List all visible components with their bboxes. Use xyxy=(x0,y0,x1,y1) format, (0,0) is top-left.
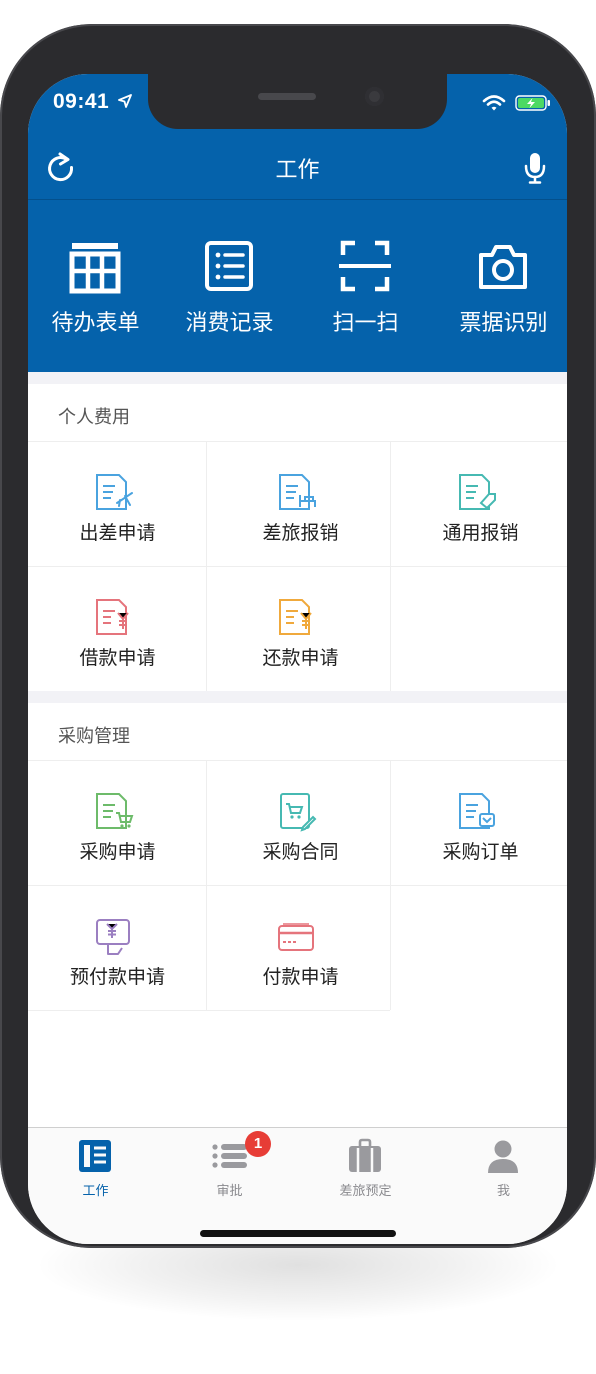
entry-travel-application[interactable]: 出差申请 xyxy=(28,442,207,567)
speaker-grille xyxy=(258,93,316,100)
entry-loan-application[interactable]: 借款申请 xyxy=(28,567,207,692)
status-time: 09:41 xyxy=(53,90,110,113)
entry-label: 付款申请 xyxy=(262,967,339,988)
doc-cart-icon xyxy=(96,793,134,829)
entry-purchase-request[interactable]: 采购申请 xyxy=(28,761,207,886)
doc-order-icon xyxy=(459,793,495,829)
quick-action-expense-records[interactable]: 消费记录 xyxy=(162,234,297,344)
screen: 09:41 工作 待办表单 消费记录 扫一扫 票据识别 个人费用 出差申请 差旅… xyxy=(28,74,567,1244)
tab-label: 工作 xyxy=(82,1183,109,1198)
approval-count-badge: 1 xyxy=(245,1131,271,1157)
tab-bar: 工作 审批 1 差旅预定 我 xyxy=(28,1127,567,1244)
entry-label: 采购订单 xyxy=(442,842,519,863)
phone-frame: 09:41 工作 待办表单 消费记录 扫一扫 票据识别 个人费用 出差申请 差旅… xyxy=(0,24,596,1248)
device-notch xyxy=(148,74,447,129)
doc-yen-return-icon xyxy=(279,599,312,635)
briefcase-icon xyxy=(349,1138,381,1172)
entry-label: 预付款申请 xyxy=(69,967,165,988)
camera-icon xyxy=(479,245,527,289)
form-table-icon xyxy=(69,243,121,294)
entry-label: 采购申请 xyxy=(79,842,156,863)
entry-label: 出差申请 xyxy=(79,523,156,544)
entry-label: 通用报销 xyxy=(442,523,519,544)
section-gap xyxy=(28,372,567,384)
location-arrow-icon xyxy=(118,94,132,108)
entry-label: 差旅报销 xyxy=(262,523,339,544)
section-gap xyxy=(28,691,567,703)
section-title-personal: 个人费用 xyxy=(58,407,130,427)
doc-yen-icon xyxy=(96,599,129,635)
entry-prepayment-application[interactable]: 预付款申请 xyxy=(28,886,207,1011)
doc-cart-pen-icon xyxy=(280,793,317,832)
tab-work[interactable]: 工作 xyxy=(28,1128,163,1208)
microphone-icon xyxy=(524,153,546,184)
tab-me[interactable]: 我 xyxy=(436,1128,567,1208)
page-title: 工作 xyxy=(275,157,320,182)
battery-charging-icon xyxy=(515,95,550,111)
quick-action-label: 待办表单 xyxy=(51,310,140,335)
work-icon xyxy=(79,1140,111,1172)
front-camera xyxy=(365,87,384,106)
card-icon xyxy=(278,923,314,951)
entry-repayment-application[interactable]: 还款申请 xyxy=(211,567,390,692)
entry-payment-application[interactable]: 付款申请 xyxy=(211,886,390,1011)
quick-action-receipt-recognition[interactable]: 票据识别 xyxy=(436,234,567,344)
list-record-icon xyxy=(205,241,253,291)
section-title-purchase: 采购管理 xyxy=(58,726,130,746)
tab-label: 差旅预定 xyxy=(339,1183,392,1198)
doc-plane-icon xyxy=(96,474,133,510)
scan-icon xyxy=(339,240,391,292)
quick-action-label: 扫一扫 xyxy=(332,310,399,335)
doc-yen-hand-icon xyxy=(96,919,130,955)
wifi-icon xyxy=(482,95,506,111)
entry-travel-reimbursement[interactable]: 差旅报销 xyxy=(211,442,390,567)
doc-bed-icon xyxy=(279,474,316,510)
doc-tag-icon xyxy=(459,474,496,510)
entry-label: 还款申请 xyxy=(262,648,339,669)
entry-purchase-contract[interactable]: 采购合同 xyxy=(211,761,390,886)
tab-travel-booking[interactable]: 差旅预定 xyxy=(298,1128,433,1208)
home-indicator[interactable] xyxy=(200,1230,396,1237)
entry-purchase-order[interactable]: 采购订单 xyxy=(391,761,567,886)
voice-button[interactable] xyxy=(518,148,552,188)
entry-label: 借款申请 xyxy=(79,648,156,669)
quick-action-scan[interactable]: 扫一扫 xyxy=(298,234,433,344)
navbar-divider xyxy=(28,199,567,200)
tab-label: 审批 xyxy=(216,1183,243,1198)
person-icon xyxy=(488,1140,518,1173)
approval-list-icon xyxy=(212,1144,247,1168)
quick-action-label: 消费记录 xyxy=(185,310,274,335)
entry-label: 采购合同 xyxy=(262,842,339,863)
quick-action-todo-forms[interactable]: 待办表单 xyxy=(28,234,163,344)
tab-approval[interactable]: 审批 xyxy=(162,1128,297,1208)
quick-action-label: 票据识别 xyxy=(459,310,548,335)
entry-general-reimbursement[interactable]: 通用报销 xyxy=(391,442,567,567)
tab-label: 我 xyxy=(496,1183,510,1198)
